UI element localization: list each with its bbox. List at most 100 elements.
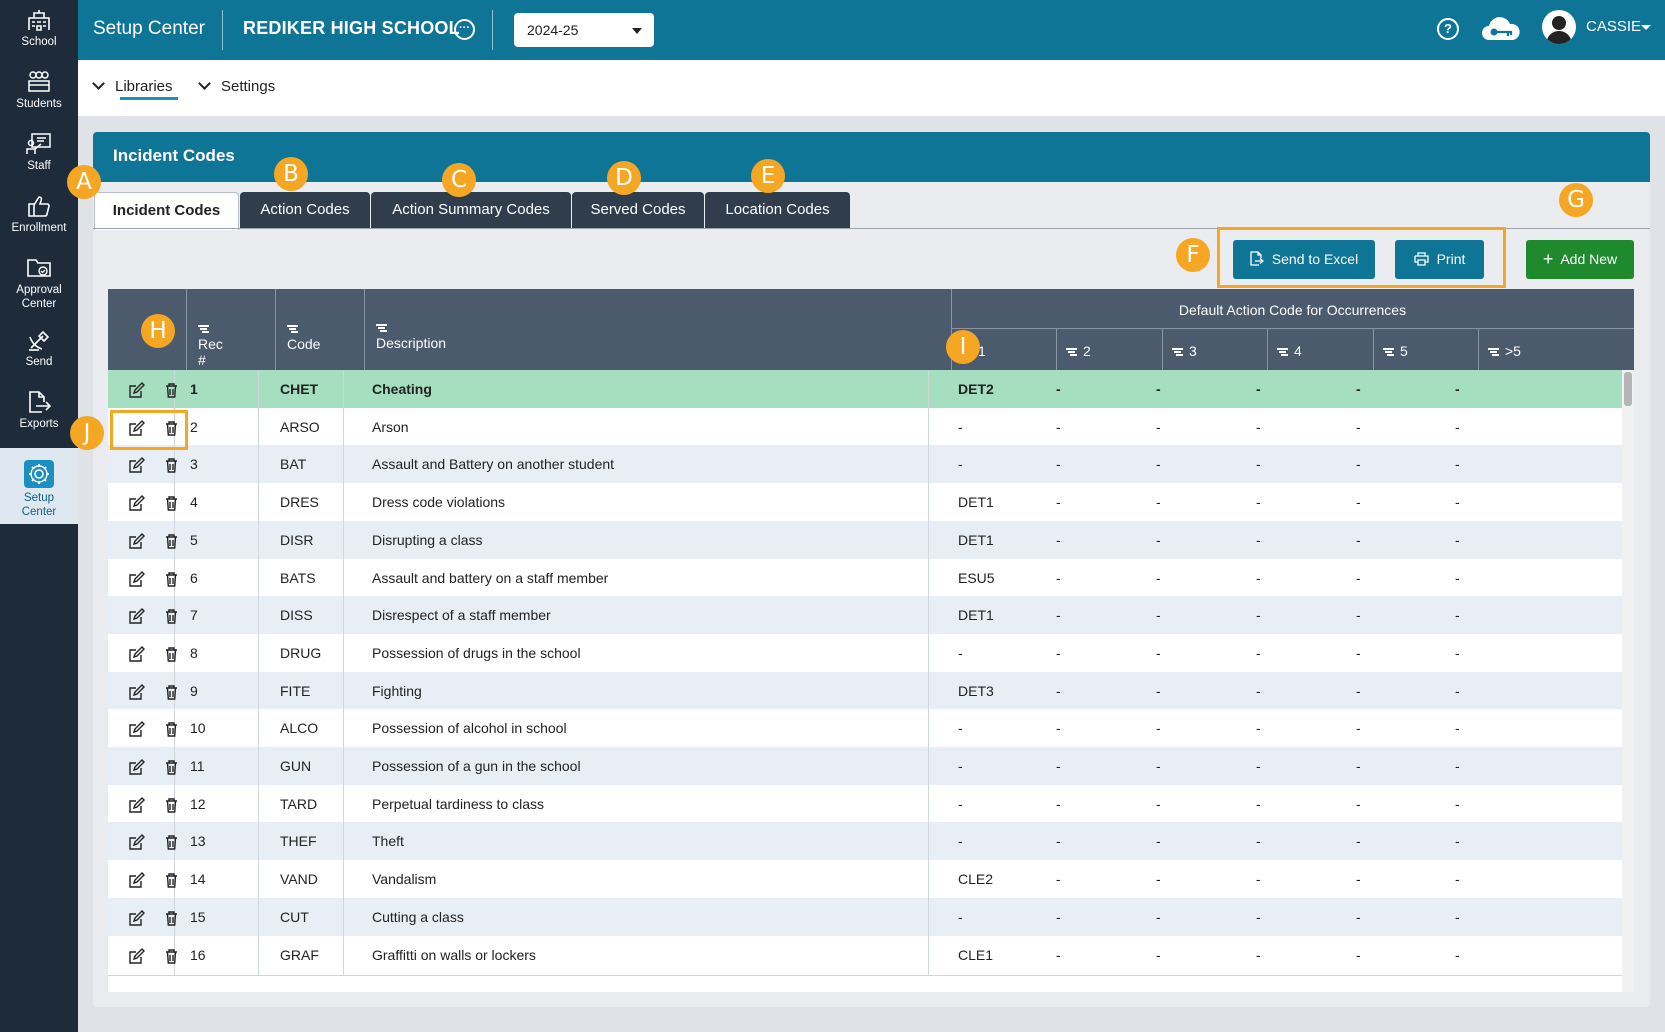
nav-students[interactable]: Students [0, 62, 78, 124]
trash-icon[interactable] [163, 759, 180, 776]
print-button[interactable]: Print [1395, 240, 1484, 279]
edit-icon[interactable] [128, 759, 145, 776]
subnav-libraries[interactable]: Libraries [92, 77, 173, 95]
trash-icon[interactable] [163, 457, 180, 474]
column-divider [258, 370, 259, 410]
edit-icon[interactable] [128, 721, 145, 738]
trash-icon[interactable] [163, 495, 180, 512]
edit-icon[interactable] [128, 909, 145, 927]
trash-icon[interactable] [163, 646, 180, 663]
table-row[interactable]: 12 TARD Perpetual tardiness to class - - - - - - [108, 784, 1622, 825]
trash-icon[interactable] [163, 608, 180, 625]
table-row[interactable]: 15 CUT Cutting a class - - - - - - [108, 897, 1622, 938]
trash-icon[interactable] [163, 910, 180, 927]
trash-icon[interactable] [163, 684, 180, 701]
table-row[interactable]: 14 VAND Vandalism CLE2 - - - - - [108, 860, 1622, 901]
edit-icon[interactable] [128, 796, 145, 814]
cell-description: Arson [372, 418, 409, 435]
filter-icon[interactable] [1488, 348, 1499, 356]
table-row[interactable]: 6 BATS Assault and battery on a staff memb… [108, 558, 1622, 599]
header-occurrence-6[interactable]: >5 [1478, 329, 1584, 370]
cell-occurrence: - [958, 833, 963, 850]
column-divider [258, 445, 259, 486]
table-row[interactable]: 3 BAT Assault and Battery on another stude… [108, 445, 1622, 486]
edit-icon[interactable] [128, 872, 145, 889]
cell-occurrence: - [1455, 758, 1460, 774]
cell-occurrence: - [1356, 946, 1361, 963]
tab-incident-codes[interactable]: Incident Codes [94, 192, 239, 230]
filter-icon[interactable] [198, 325, 209, 333]
cell-occurrence: - [1455, 871, 1460, 888]
column-divider [928, 445, 929, 486]
cell-occurrence: - [1156, 720, 1161, 737]
table-row[interactable]: 4 DRES Dress code violations DET1 - - - - - [108, 483, 1622, 524]
table-row[interactable]: 7 DISS Disrespect of a staff member DET1 - - -… [108, 596, 1622, 637]
edit-icon[interactable] [128, 570, 145, 588]
add-new-button[interactable]: + Add New [1526, 240, 1634, 279]
school-year-select[interactable]: 2024-25 [514, 13, 654, 47]
filter-icon[interactable] [287, 325, 298, 333]
table-row[interactable]: 13 THEF Theft - - - - - - [108, 822, 1622, 863]
table-row[interactable]: 16 GRAF Graffitti on walls or lockers CLE1 -… [108, 935, 1622, 976]
callout-badge: A [67, 165, 101, 199]
filter-icon[interactable] [1066, 348, 1077, 356]
help-icon[interactable]: ? [1437, 18, 1459, 40]
table-row[interactable]: 10 ALCO Possession of alcohol in school - - -… [108, 709, 1622, 750]
nav-school[interactable]: School [0, 0, 78, 62]
user-name[interactable]: CASSIE [1586, 18, 1641, 35]
trash-icon[interactable] [163, 797, 180, 814]
filter-icon[interactable] [1172, 348, 1183, 356]
filter-icon[interactable] [376, 324, 387, 332]
nav-approval-center[interactable]: Approval Center [0, 248, 78, 318]
send-to-excel-button[interactable]: Send to Excel [1233, 240, 1375, 279]
header-occurrence-4[interactable]: 4 [1267, 329, 1373, 370]
cell-occurrence: - [1256, 644, 1261, 661]
more-options-icon[interactable]: ··· [454, 19, 475, 40]
table-row[interactable]: 8 DRUG Possession of drugs in the school - -… [108, 633, 1622, 674]
trash-icon[interactable] [163, 834, 180, 851]
tab-action-codes[interactable]: Action Codes [240, 192, 370, 228]
edit-icon[interactable] [128, 947, 145, 965]
header-occurrence-3[interactable]: 3 [1162, 329, 1267, 370]
chevron-down-icon[interactable] [1641, 25, 1651, 30]
edit-icon[interactable] [128, 382, 145, 399]
edit-icon[interactable] [128, 495, 145, 512]
avatar[interactable] [1542, 10, 1576, 44]
table-row[interactable]: 5 DISR Disrupting a class DET1 - - - - - [108, 520, 1622, 561]
subnav-settings[interactable]: Settings [198, 77, 275, 95]
header-occurrence-5[interactable]: 5 [1373, 329, 1478, 370]
nav-exports[interactable]: Exports [0, 382, 78, 444]
filter-icon[interactable] [1277, 348, 1288, 356]
edit-icon[interactable] [128, 457, 145, 474]
scrollbar-thumb[interactable] [1624, 372, 1632, 406]
nav-setup-center[interactable]: Setup Center [0, 448, 78, 524]
filter-icon[interactable] [1383, 348, 1394, 356]
tab-action-summary-codes[interactable]: Action Summary Codes [371, 192, 571, 228]
table-row[interactable]: 1 CHET Cheating DET2 - - - - - [108, 370, 1622, 410]
nav-send[interactable]: Send [0, 320, 78, 382]
header-occurrence-2[interactable]: 2 [1056, 329, 1162, 370]
tab-served-codes[interactable]: Served Codes [572, 192, 704, 228]
table-row[interactable]: 9 FITE Fighting DET3 - - - - - [108, 671, 1622, 712]
cell-occurrence: - [1156, 682, 1161, 699]
edit-icon[interactable] [128, 532, 145, 550]
nav-enrollment[interactable]: Enrollment [0, 186, 78, 248]
cell-rec: 8 [190, 644, 198, 661]
table-row[interactable]: 11 GUN Possession of a gun in the school - -… [108, 747, 1622, 787]
trash-icon[interactable] [163, 382, 180, 399]
table-row[interactable]: 2 ARSO Arson - - - - - - [108, 407, 1622, 448]
cloud-key-icon[interactable] [1480, 14, 1522, 44]
trash-icon[interactable] [163, 721, 180, 738]
edit-icon[interactable] [128, 645, 145, 663]
trash-icon[interactable] [163, 533, 180, 550]
scrollbar[interactable] [1622, 370, 1634, 992]
cell-code: GUN [280, 758, 312, 774]
nav-staff[interactable]: Staff [0, 124, 78, 186]
tab-location-codes[interactable]: Location Codes [705, 192, 850, 228]
edit-icon[interactable] [128, 834, 145, 851]
trash-icon[interactable] [163, 948, 180, 965]
trash-icon[interactable] [163, 872, 180, 889]
trash-icon[interactable] [163, 571, 180, 588]
edit-icon[interactable] [128, 608, 145, 625]
edit-icon[interactable] [128, 683, 145, 701]
